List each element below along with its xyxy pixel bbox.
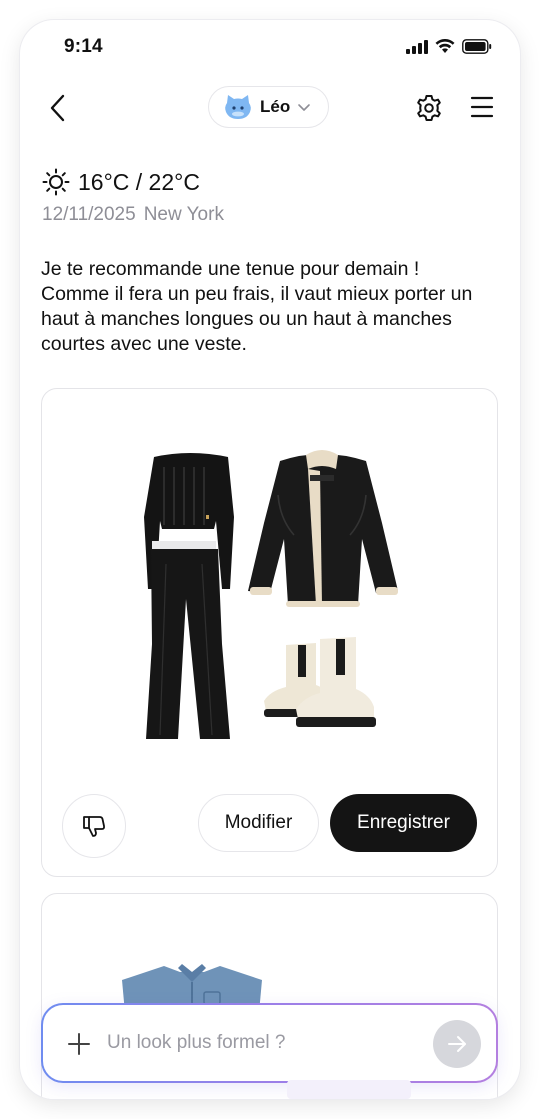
sun-icon xyxy=(42,168,70,196)
shearling-jacket-image xyxy=(248,450,398,607)
top-navigation: Léo xyxy=(20,86,520,130)
chevron-down-icon xyxy=(298,104,311,111)
phone-screen: 9:14 Léo 16°C / 22°C 12/11/2025 New York… xyxy=(20,20,520,1099)
forecast-location: New York xyxy=(143,204,224,225)
status-icons xyxy=(406,39,492,54)
weather-summary: 16°C / 22°C xyxy=(42,168,200,196)
chat-composer xyxy=(41,1003,498,1083)
arrow-right-icon xyxy=(448,1036,466,1052)
status-time: 9:14 xyxy=(64,36,103,57)
dislike-button[interactable] xyxy=(62,794,126,858)
outfit-image xyxy=(144,450,398,739)
back-arrow-icon[interactable] xyxy=(44,92,72,124)
cat-avatar-icon xyxy=(225,95,251,119)
plus-icon[interactable] xyxy=(67,1032,91,1056)
recommendation-message: Je te recommande une tenue pour demain !… xyxy=(41,258,473,355)
chat-input[interactable] xyxy=(107,1025,407,1061)
date-location: 12/11/2025 New York xyxy=(42,204,224,226)
flared-pants-image xyxy=(146,541,230,739)
home-indicator xyxy=(287,1080,411,1099)
wifi-icon xyxy=(435,39,455,53)
composer-field xyxy=(43,1005,496,1081)
forecast-date: 12/11/2025 xyxy=(42,204,136,225)
profile-selector[interactable]: Léo xyxy=(208,86,329,128)
send-button[interactable] xyxy=(433,1020,481,1068)
gear-icon[interactable] xyxy=(414,93,444,123)
temperature-range: 16°C / 22°C xyxy=(78,168,200,195)
thumbs-down-icon xyxy=(83,816,105,837)
outfit-card: Modifier Enregistrer xyxy=(41,388,498,877)
profile-name: Léo xyxy=(260,97,291,116)
save-button[interactable]: Enregistrer xyxy=(330,794,477,852)
battery-icon xyxy=(462,39,492,54)
modify-button[interactable]: Modifier xyxy=(198,794,319,852)
signal-icon xyxy=(406,39,428,54)
menu-icon[interactable] xyxy=(470,95,494,119)
status-bar: 9:14 xyxy=(20,20,520,74)
chelsea-boots-image xyxy=(264,637,376,727)
